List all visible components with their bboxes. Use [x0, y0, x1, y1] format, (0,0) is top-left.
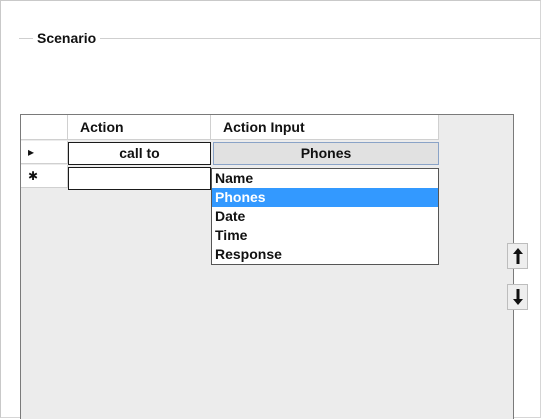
dropdown-option-response[interactable]: Response — [212, 245, 438, 264]
dropdown-option-date[interactable]: Date — [212, 207, 438, 226]
move-up-button[interactable] — [507, 243, 528, 269]
action-input-combo-1[interactable]: Phones — [213, 142, 439, 165]
current-row-icon: ▸ — [28, 145, 35, 159]
column-header-action-input[interactable]: Action Input — [211, 115, 439, 140]
action-cell-1[interactable]: call to — [68, 142, 211, 165]
grid-corner-header — [21, 115, 68, 140]
action-cell-new[interactable] — [68, 167, 211, 190]
new-row-icon: ✱ — [28, 169, 39, 183]
arrow-down-icon — [512, 289, 523, 305]
group-title: Scenario — [33, 30, 101, 46]
column-header-action[interactable]: Action — [68, 115, 211, 140]
action-input-dropdown[interactable]: Name Phones Date Time Response — [211, 168, 439, 265]
move-down-button[interactable] — [507, 284, 528, 310]
dropdown-option-time[interactable]: Time — [212, 226, 438, 245]
arrow-up-icon — [512, 248, 523, 264]
dropdown-option-name[interactable]: Name — [212, 169, 438, 188]
row-header-new[interactable]: ✱ — [21, 165, 68, 188]
dropdown-option-phones[interactable]: Phones — [212, 188, 438, 207]
row-header-1[interactable]: ▸ — [21, 141, 68, 164]
scenario-grid[interactable]: Action Action Input ▸ call to Phones ✱ — [20, 114, 514, 419]
